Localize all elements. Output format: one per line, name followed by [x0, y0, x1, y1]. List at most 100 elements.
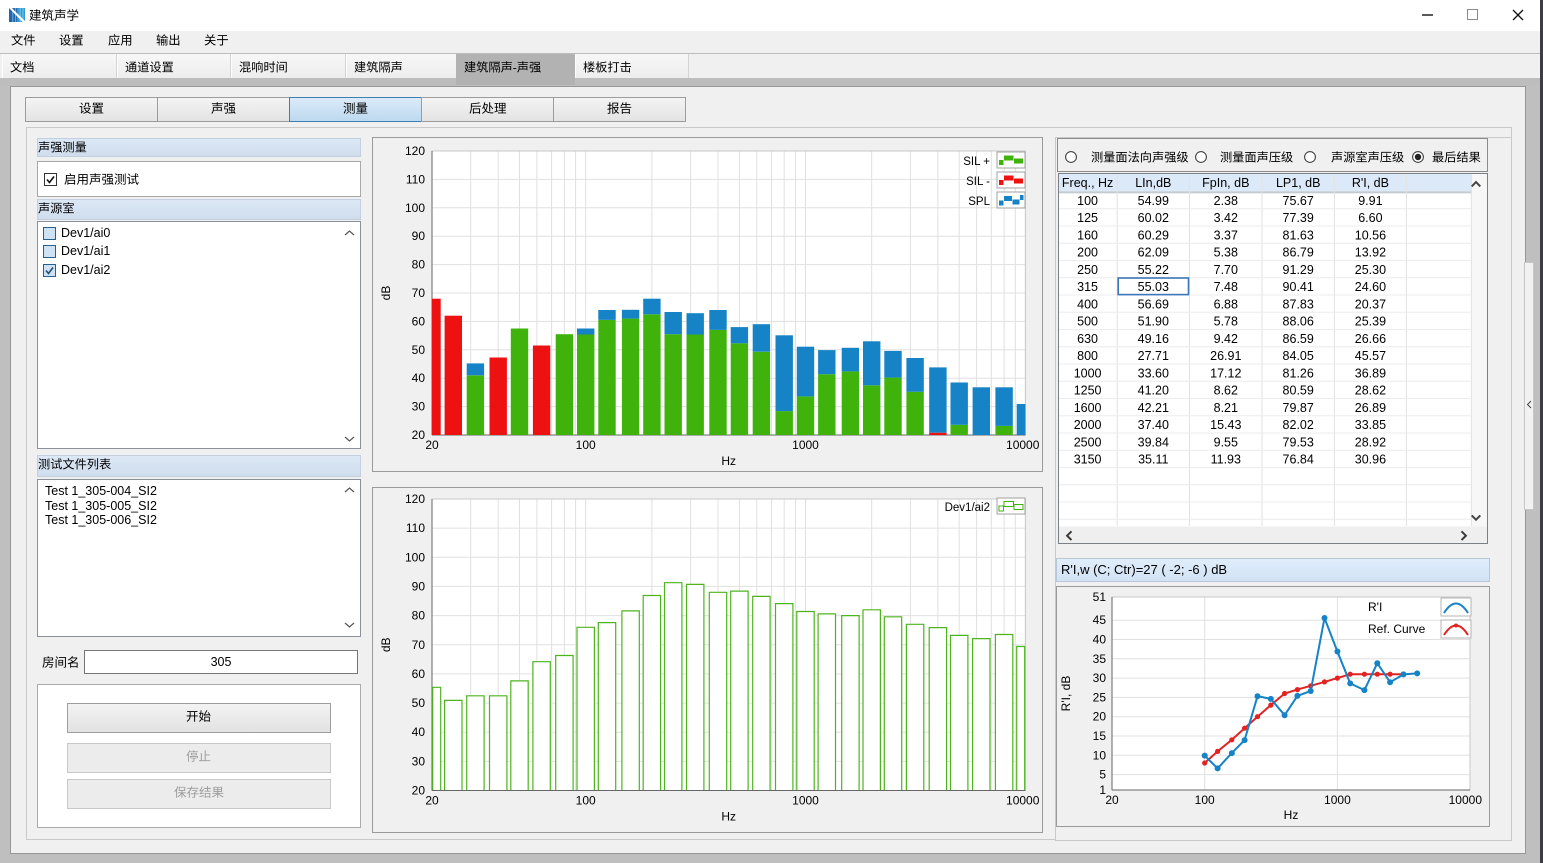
svg-text:77.39: 77.39 — [1283, 211, 1314, 225]
svg-text:28.62: 28.62 — [1355, 384, 1386, 398]
svg-text:80: 80 — [412, 258, 426, 272]
svg-text:160: 160 — [1077, 228, 1098, 242]
svg-text:28.92: 28.92 — [1355, 435, 1386, 449]
svg-text:10000: 10000 — [1006, 438, 1040, 452]
svg-text:79.53: 79.53 — [1283, 435, 1314, 449]
svg-text:26.91: 26.91 — [1210, 349, 1241, 363]
svg-text:10000: 10000 — [1449, 793, 1483, 807]
svg-text:5.78: 5.78 — [1214, 315, 1238, 329]
svg-text:100: 100 — [405, 550, 425, 564]
svg-text:15: 15 — [1093, 729, 1107, 743]
svg-text:88.06: 88.06 — [1283, 315, 1314, 329]
svg-text:60: 60 — [412, 667, 426, 681]
svg-text:5: 5 — [1099, 768, 1106, 782]
svg-text:70: 70 — [412, 638, 426, 652]
svg-text:70: 70 — [412, 286, 426, 300]
svg-text:120: 120 — [405, 492, 425, 506]
svg-text:2000: 2000 — [1074, 418, 1102, 432]
svg-text:1000: 1000 — [1324, 793, 1351, 807]
svg-text:25: 25 — [1093, 690, 1107, 704]
svg-text:R'I, dB: R'I, dB — [1352, 176, 1389, 190]
svg-text:30: 30 — [412, 400, 426, 414]
svg-text:39.84: 39.84 — [1138, 435, 1169, 449]
svg-text:FpIn, dB: FpIn, dB — [1202, 176, 1249, 190]
svg-text:56.69: 56.69 — [1138, 297, 1169, 311]
svg-text:87.83: 87.83 — [1283, 297, 1314, 311]
svg-text:60: 60 — [412, 314, 426, 328]
svg-text:30: 30 — [412, 754, 426, 768]
svg-text:37.40: 37.40 — [1138, 418, 1169, 432]
svg-text:55.03: 55.03 — [1138, 280, 1169, 294]
svg-text:6.60: 6.60 — [1358, 211, 1382, 225]
svg-text:40: 40 — [1093, 633, 1107, 647]
svg-text:Hz: Hz — [721, 454, 736, 468]
svg-text:27.71: 27.71 — [1138, 349, 1169, 363]
svg-text:630: 630 — [1077, 332, 1098, 346]
svg-text:Freq., Hz: Freq., Hz — [1062, 176, 1113, 190]
svg-text:50: 50 — [412, 343, 426, 357]
svg-text:10: 10 — [1093, 748, 1107, 762]
svg-text:26.66: 26.66 — [1355, 332, 1386, 346]
svg-text:91.29: 91.29 — [1283, 263, 1314, 277]
svg-text:315: 315 — [1077, 280, 1098, 294]
svg-text:dB: dB — [379, 637, 393, 652]
svg-text:79.87: 79.87 — [1283, 401, 1314, 415]
svg-text:3.42: 3.42 — [1214, 211, 1238, 225]
svg-text:10000: 10000 — [1006, 794, 1040, 808]
svg-text:20.37: 20.37 — [1355, 297, 1386, 311]
svg-text:R'I: R'I — [1368, 600, 1382, 614]
svg-text:110: 110 — [406, 521, 425, 535]
svg-text:60.02: 60.02 — [1138, 211, 1169, 225]
svg-text:SIL +: SIL + — [963, 156, 990, 168]
svg-text:7.48: 7.48 — [1214, 280, 1238, 294]
svg-text:9.91: 9.91 — [1358, 194, 1382, 208]
svg-text:R'I, dB: R'I, dB — [1059, 676, 1073, 712]
svg-text:250: 250 — [1077, 263, 1098, 277]
svg-text:13.92: 13.92 — [1355, 246, 1386, 260]
svg-text:45: 45 — [1093, 613, 1107, 627]
svg-text:Hz: Hz — [721, 810, 736, 824]
svg-text:5.38: 5.38 — [1214, 246, 1238, 260]
svg-text:110: 110 — [406, 172, 425, 186]
svg-text:50: 50 — [412, 696, 426, 710]
svg-text:20: 20 — [1105, 793, 1119, 807]
svg-text:10.56: 10.56 — [1355, 228, 1386, 242]
svg-text:81.63: 81.63 — [1283, 228, 1314, 242]
svg-text:82.02: 82.02 — [1283, 418, 1314, 432]
svg-text:LIn,dB: LIn,dB — [1135, 176, 1171, 190]
svg-text:49.16: 49.16 — [1138, 332, 1169, 346]
svg-text:2500: 2500 — [1074, 435, 1102, 449]
svg-text:dB: dB — [379, 286, 393, 301]
svg-text:1600: 1600 — [1074, 401, 1102, 415]
svg-text:24.60: 24.60 — [1355, 280, 1386, 294]
svg-text:33.60: 33.60 — [1138, 366, 1169, 380]
svg-text:8.21: 8.21 — [1214, 401, 1238, 415]
svg-text:41.20: 41.20 — [1138, 384, 1169, 398]
svg-text:80.59: 80.59 — [1283, 384, 1314, 398]
svg-text:125: 125 — [1077, 211, 1098, 225]
svg-text:LP1, dB: LP1, dB — [1276, 176, 1320, 190]
svg-text:1000: 1000 — [792, 794, 819, 808]
svg-text:81.26: 81.26 — [1283, 366, 1314, 380]
svg-text:36.89: 36.89 — [1355, 366, 1386, 380]
svg-text:20: 20 — [425, 794, 439, 808]
svg-text:3150: 3150 — [1074, 453, 1102, 467]
svg-text:86.59: 86.59 — [1283, 332, 1314, 346]
svg-text:90: 90 — [412, 229, 426, 243]
svg-text:Dev1/ai2: Dev1/ai2 — [945, 502, 990, 514]
svg-text:100: 100 — [576, 794, 596, 808]
svg-text:35.11: 35.11 — [1138, 453, 1168, 467]
svg-text:SIL -: SIL - — [966, 176, 990, 188]
svg-text:84.05: 84.05 — [1283, 349, 1314, 363]
svg-text:55.22: 55.22 — [1138, 263, 1169, 277]
svg-text:100: 100 — [576, 438, 596, 452]
svg-text:90.41: 90.41 — [1283, 280, 1314, 294]
svg-text:500: 500 — [1077, 315, 1098, 329]
svg-text:100: 100 — [405, 201, 425, 215]
svg-text:86.79: 86.79 — [1283, 246, 1314, 260]
svg-text:8.62: 8.62 — [1214, 384, 1238, 398]
svg-text:1250: 1250 — [1074, 384, 1102, 398]
svg-text:17.12: 17.12 — [1210, 366, 1241, 380]
svg-text:3.37: 3.37 — [1214, 228, 1238, 242]
svg-text:76.84: 76.84 — [1283, 453, 1314, 467]
